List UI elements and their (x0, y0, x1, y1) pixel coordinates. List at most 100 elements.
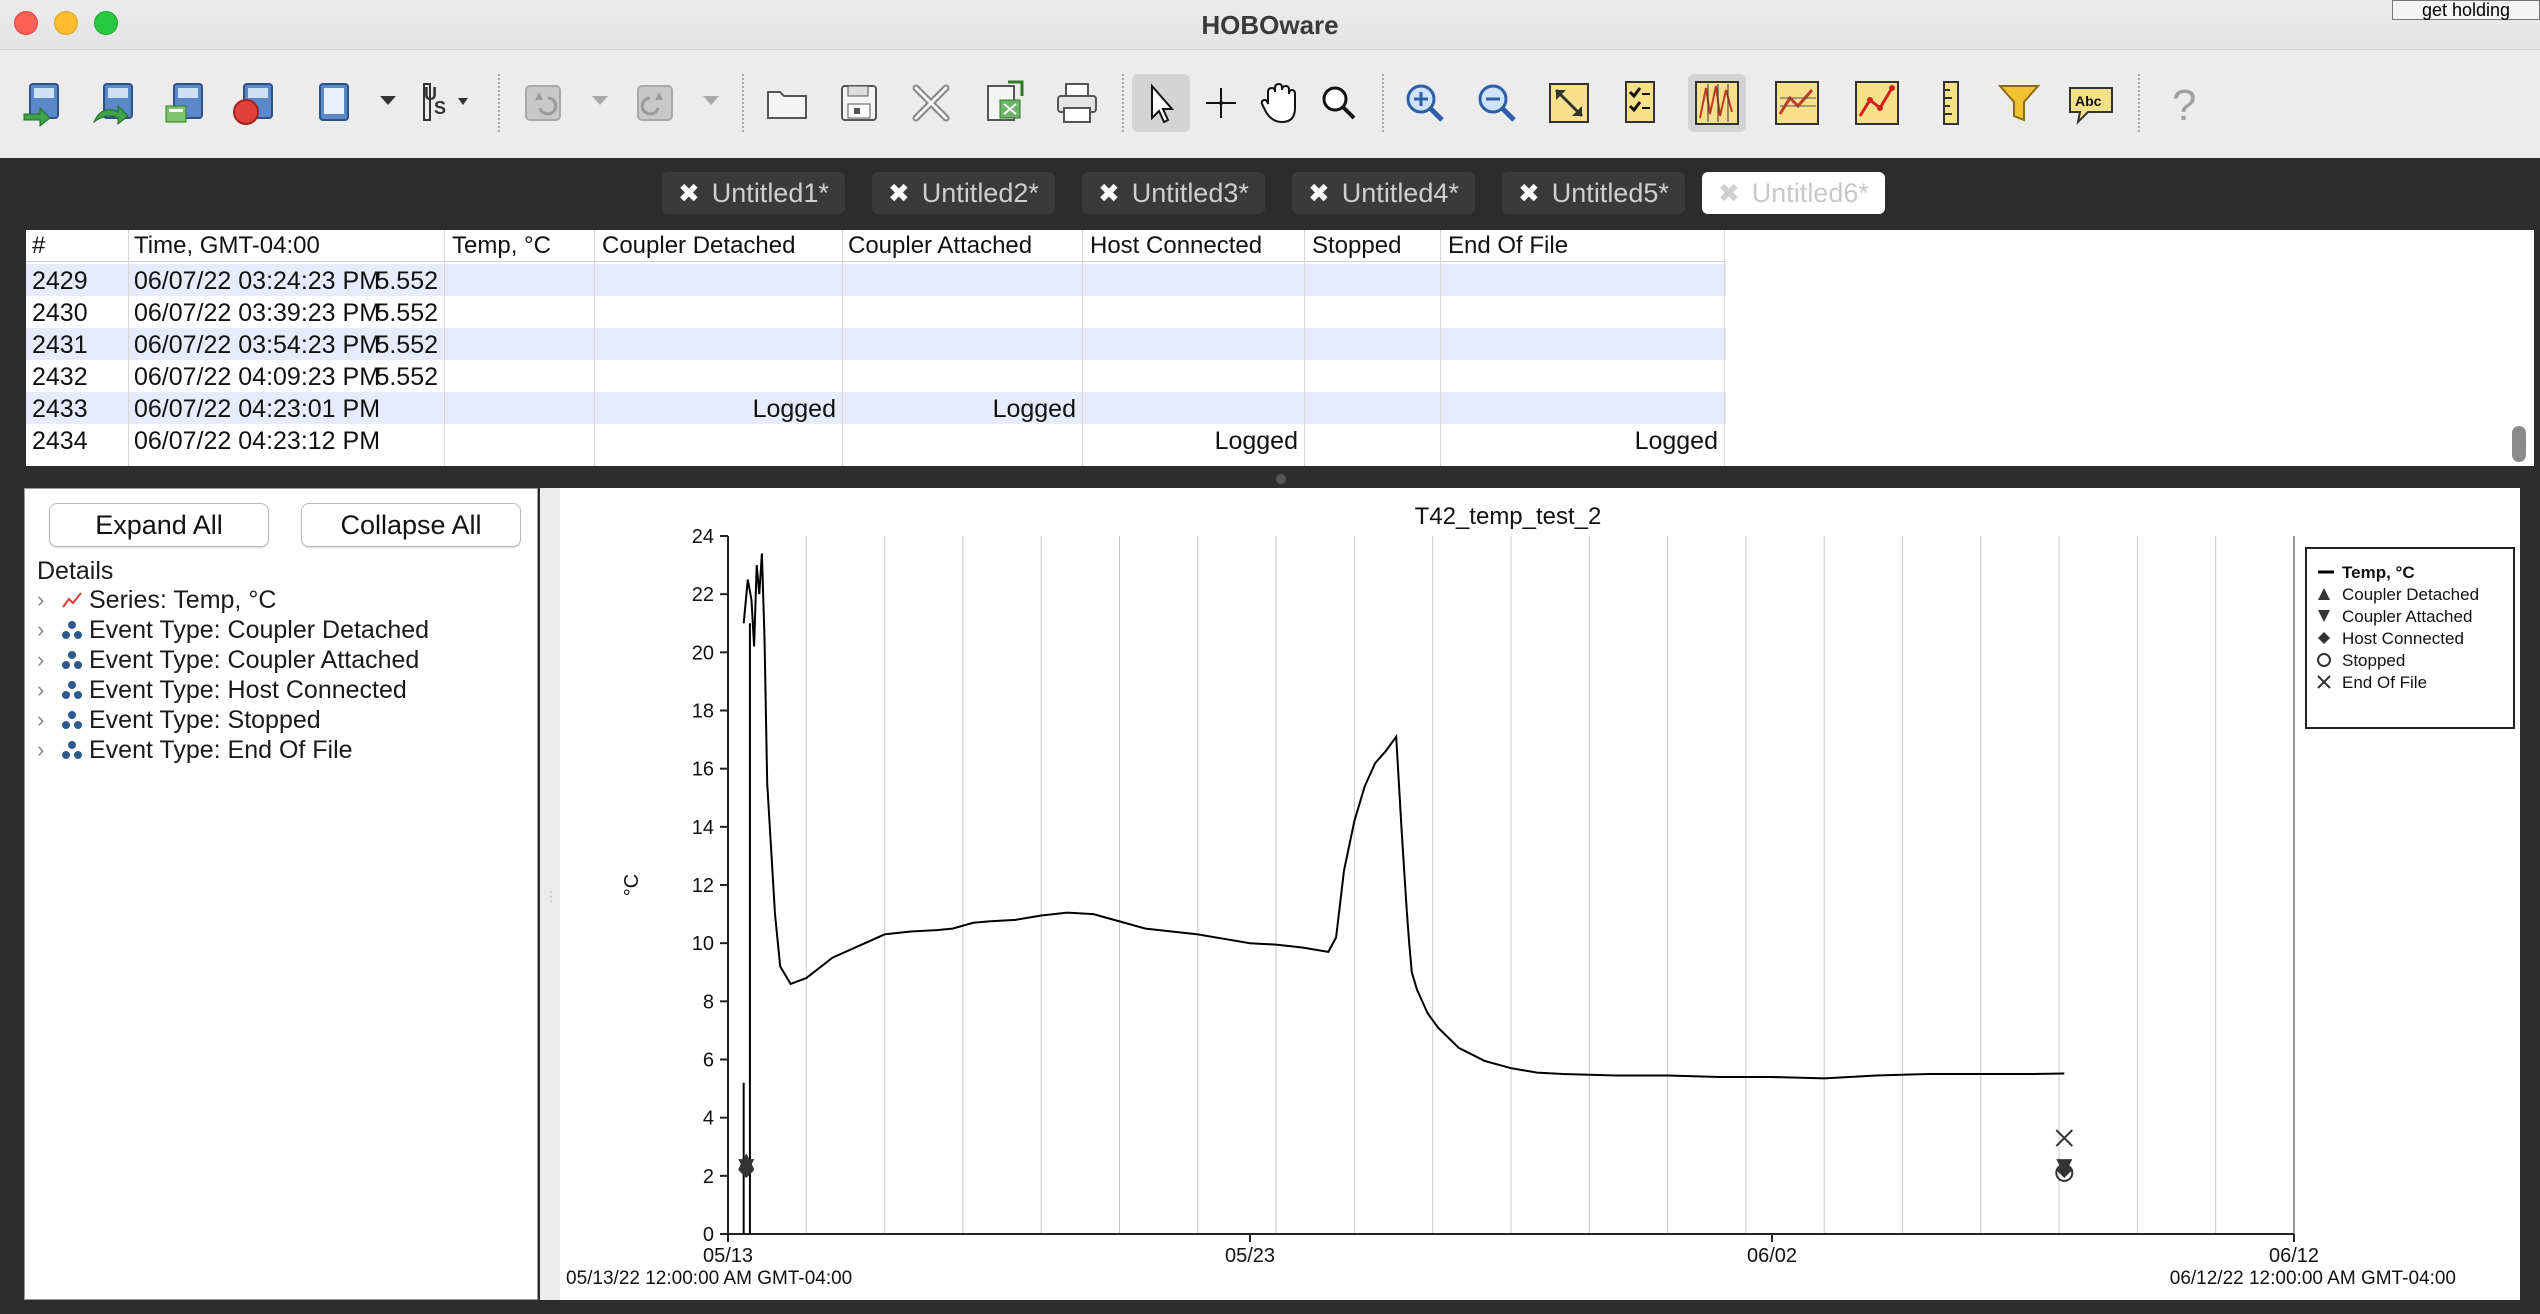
table-cell: 5.552 (375, 299, 438, 327)
units-icon[interactable]: US (416, 74, 474, 132)
tab-untitled1[interactable]: ✖ Untitled1* (662, 172, 845, 214)
y-axis-label: °C (621, 874, 643, 896)
filter-icon[interactable] (1990, 74, 2048, 132)
x-range-end-label: 06/12/22 12:00:00 AM GMT-04:00 (2170, 1268, 2456, 1289)
table-row[interactable]: 2430 06/07/22 03:39:23 PM 5.552 (26, 296, 1726, 328)
title-bar: HOBOware get holding (0, 0, 2540, 50)
legend-label: Temp, °C (2342, 563, 2415, 582)
details-panel: Expand All Collapse All Details › Series:… (24, 488, 538, 1300)
details-tree-item[interactable]: › Event Type: Coupler Detached (37, 615, 429, 645)
column-divider (594, 230, 595, 466)
y-tick-label: 22 (692, 584, 714, 606)
table-row[interactable]: 2431 06/07/22 03:54:23 PM 5.552 (26, 328, 1726, 360)
svg-text:?: ? (2172, 81, 2196, 128)
points-icon[interactable] (1848, 74, 1906, 132)
print-icon[interactable] (1048, 74, 1106, 132)
table-row[interactable]: 2433 06/07/22 04:23:01 PM Logged Logged (26, 392, 1726, 424)
table-cell: 06/07/22 04:23:12 PM (134, 427, 381, 455)
chevron-right-icon[interactable]: › (37, 737, 61, 763)
device-menu-icon[interactable] (304, 74, 362, 132)
tab-close-icon[interactable]: ✖ (678, 178, 700, 209)
table-cell: Logged (1214, 427, 1298, 455)
close-file-icon[interactable] (902, 74, 960, 132)
select-tool-icon[interactable] (1132, 74, 1190, 132)
tab-untitled3[interactable]: ✖ Untitled3* (1082, 172, 1265, 214)
chart-title: T42_temp_test_2 (1415, 503, 1602, 530)
chevron-right-icon[interactable]: › (37, 677, 61, 703)
details-tree-label: Event Type: Coupler Detached (89, 615, 430, 644)
table-cell: 06/07/22 03:54:23 PM (134, 331, 381, 359)
show-lines-icon[interactable] (1688, 74, 1746, 132)
details-tree-item[interactable]: › Series: Temp, °C (37, 585, 276, 615)
help-icon[interactable]: ? (2156, 74, 2214, 132)
ruler-icon[interactable] (1922, 74, 1980, 132)
zoom-tool-icon[interactable] (1310, 74, 1368, 132)
y-tick-label: 24 (692, 526, 714, 548)
crosshair-tool-icon[interactable] (1192, 74, 1250, 132)
zoom-fit-icon[interactable] (1540, 74, 1598, 132)
tab-close-icon[interactable]: ✖ (1718, 178, 1740, 209)
tab-label: Untitled4* (1341, 177, 1459, 208)
y-tick-label: 20 (692, 642, 714, 664)
legend-label: End Of File (2342, 673, 2427, 692)
chevron-right-icon[interactable]: › (37, 707, 61, 733)
legend-label: Coupler Detached (2342, 585, 2479, 604)
open-icon[interactable] (758, 74, 816, 132)
tab-close-icon[interactable]: ✖ (1308, 178, 1330, 209)
table-scrollbar[interactable] (2512, 426, 2526, 462)
details-tree-item[interactable]: › Event Type: End Of File (37, 735, 353, 765)
y-tick-label: 18 (692, 701, 714, 723)
table-cell: 2431 (32, 331, 88, 359)
hand-tool-icon[interactable] (1250, 74, 1308, 132)
tab-close-icon[interactable]: ✖ (1518, 178, 1540, 209)
redo-dropdown[interactable] (703, 96, 719, 105)
column-divider (128, 230, 129, 466)
table-row[interactable]: 2432 06/07/22 04:09:23 PM 5.552 (26, 360, 1726, 392)
tab-untitled6[interactable]: ✖ Untitled6* (1702, 172, 1885, 214)
tab-untitled4[interactable]: ✖ Untitled4* (1292, 172, 1475, 214)
table-cell: 2430 (32, 299, 88, 327)
status-icon[interactable] (156, 74, 214, 132)
details-tree-item[interactable]: › Event Type: Coupler Attached (37, 645, 419, 675)
launch-icon[interactable] (86, 74, 144, 132)
details-tree-item[interactable]: › Event Type: Stopped (37, 705, 321, 735)
tab-untitled2[interactable]: ✖ Untitled2* (872, 172, 1055, 214)
zoom-in-icon[interactable] (1396, 74, 1454, 132)
stop-icon[interactable] (226, 74, 284, 132)
plot-setup-icon[interactable] (1612, 74, 1670, 132)
table-cell: 2433 (32, 395, 88, 423)
text-label-icon[interactable]: Abc (2062, 74, 2120, 132)
undo-dropdown[interactable] (592, 96, 608, 105)
table-row[interactable]: 2429 06/07/22 03:24:23 PM 5.552 (26, 264, 1726, 296)
vertical-split-handle[interactable]: ⋮ (540, 488, 560, 1300)
export-icon[interactable] (974, 74, 1032, 132)
x-range-start-label: 05/13/22 12:00:00 AM GMT-04:00 (566, 1268, 852, 1289)
series-icon[interactable] (1768, 74, 1826, 132)
zoom-out-icon[interactable] (1468, 74, 1526, 132)
data-table: # Time, GMT-04:00 Temp, °C Coupler Detac… (26, 230, 2534, 466)
save-icon[interactable] (830, 74, 888, 132)
table-row[interactable]: 2434 06/07/22 04:23:12 PM Logged Logged (26, 424, 1726, 456)
tab-untitled5[interactable]: ✖ Untitled5* (1502, 172, 1685, 214)
column-divider (1440, 230, 1441, 466)
y-tick-label: 10 (692, 933, 714, 955)
column-divider (1724, 230, 1725, 466)
details-tree-item[interactable]: › Event Type: Host Connected (37, 675, 407, 705)
collapse-all-button[interactable]: Collapse All (301, 503, 521, 547)
device-menu-dropdown[interactable] (380, 96, 396, 105)
chevron-right-icon[interactable]: › (37, 647, 61, 673)
x-tick-label: 05/23 (1225, 1245, 1275, 1267)
chevron-right-icon[interactable]: › (37, 617, 61, 643)
tab-close-icon[interactable]: ✖ (1098, 178, 1120, 209)
temperature-chart[interactable]: 02468101214161820222405/13 05/23 06/02 06/1… (560, 488, 2520, 1300)
undo-icon[interactable] (514, 74, 572, 132)
tab-label: Untitled3* (1131, 177, 1249, 208)
chart-panel: 0 2 4 6 8 10 12 14 16 18 20 22 24 05/13 05/23 06/02 06/1… (560, 488, 2520, 1300)
chevron-right-icon[interactable]: › (37, 587, 61, 613)
tab-close-icon[interactable]: ✖ (888, 178, 910, 209)
table-cell: 06/07/22 04:09:23 PM (134, 363, 381, 391)
expand-all-button[interactable]: Expand All (49, 503, 269, 547)
redo-icon[interactable] (626, 74, 684, 132)
split-pane-handle[interactable] (1276, 474, 1286, 484)
readout-icon[interactable] (16, 74, 74, 132)
